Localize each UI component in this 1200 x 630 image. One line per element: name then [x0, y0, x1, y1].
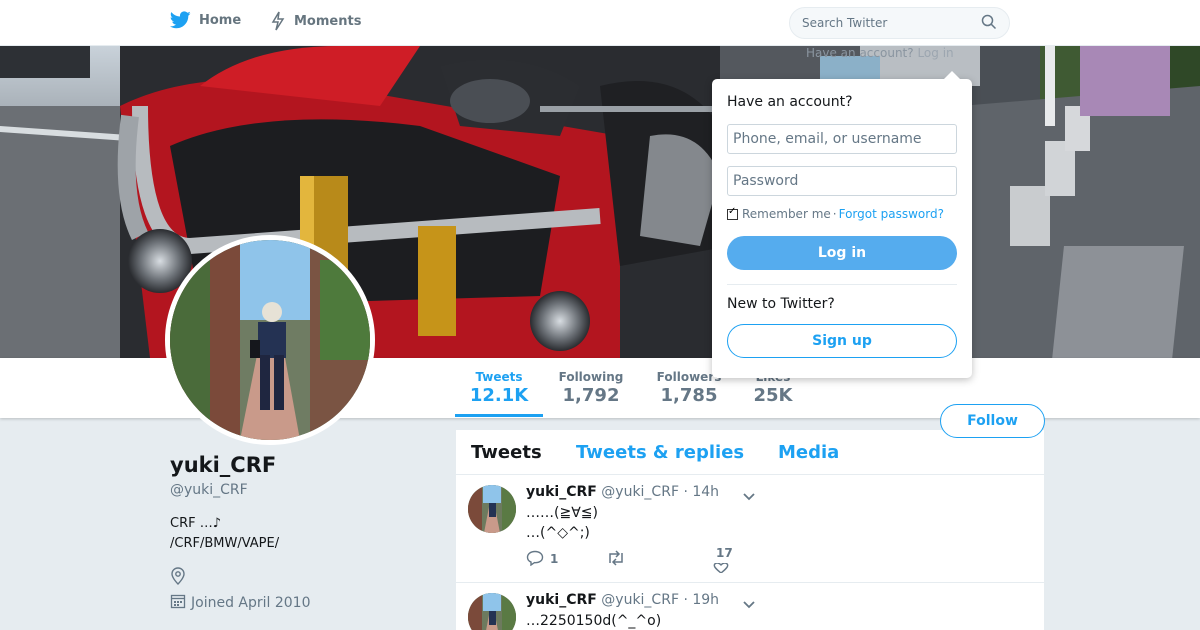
- divider: [727, 284, 957, 285]
- reply-action[interactable]: 1: [526, 550, 606, 569]
- reply-icon: [526, 550, 544, 569]
- tweet-actions: 1 17: [526, 546, 776, 574]
- chevron-down-icon[interactable]: [742, 487, 756, 506]
- tab-tweets[interactable]: Tweets: [471, 442, 542, 463]
- remember-checkbox[interactable]: [727, 206, 738, 220]
- retweet-action[interactable]: [606, 549, 716, 569]
- tweet-author-handle[interactable]: @yuki_CRF: [601, 592, 679, 608]
- stat-value: 12.1K: [469, 385, 529, 406]
- search-input[interactable]: [802, 16, 972, 30]
- stat-label: Following: [558, 370, 624, 384]
- chevron-down-icon[interactable]: [742, 595, 756, 614]
- reply-count: 1: [550, 552, 559, 566]
- tweet-author-name[interactable]: yuki_CRF: [526, 592, 597, 608]
- tweet-header: yuki_CRF @yuki_CRF · 19h: [526, 592, 719, 608]
- forgot-password-link[interactable]: Forgot password?: [839, 207, 944, 221]
- tweet-header: yuki_CRF @yuki_CRF · 14h: [526, 484, 719, 500]
- tweet-avatar[interactable]: [468, 485, 516, 533]
- nav-home[interactable]: Home: [170, 11, 241, 29]
- joined-text: Joined April 2010: [191, 595, 311, 611]
- tab-tweets-replies[interactable]: Tweets & replies: [576, 442, 744, 463]
- tweet-avatar[interactable]: [468, 593, 516, 630]
- heart-icon: [712, 562, 730, 576]
- login-title: Have an account?: [727, 94, 853, 110]
- location-icon: [170, 567, 186, 589]
- new-to-twitter-text: New to Twitter?: [727, 296, 835, 312]
- nav-moments-label: Moments: [294, 13, 362, 29]
- like-action[interactable]: 17: [713, 546, 776, 574]
- stat-label: Tweets: [475, 370, 523, 384]
- bio-line: CRF …♪: [170, 516, 222, 531]
- login-dropdown: Have an account? Remember me · Forgot pa…: [712, 71, 972, 378]
- username-field[interactable]: [727, 124, 957, 154]
- like-count: 17: [716, 546, 733, 560]
- nav-moments[interactable]: Moments: [270, 11, 361, 31]
- stat-value: 1,792: [562, 385, 620, 406]
- tab-media[interactable]: Media: [778, 442, 839, 463]
- stat-value: 1,785: [660, 385, 718, 406]
- remember-row: Remember me · Forgot password?: [727, 206, 944, 221]
- signup-button[interactable]: Sign up: [727, 324, 957, 358]
- tweet-item[interactable]: yuki_CRF @yuki_CRF · 19h …2250150d(^_^o): [456, 583, 1044, 630]
- profile-avatar[interactable]: [165, 235, 375, 445]
- calendar-icon: [170, 593, 186, 613]
- banner-login-link[interactable]: Log in: [917, 46, 953, 60]
- tweet-time[interactable]: · 14h: [683, 484, 719, 500]
- profile-bio: CRF …♪ /CRF/BMW/VAPE/: [170, 514, 279, 554]
- stat-tweets[interactable]: Tweets 12.1K: [455, 370, 543, 417]
- profile-name[interactable]: yuki_CRF: [170, 453, 276, 477]
- search-box[interactable]: [789, 7, 1010, 39]
- tweet-time[interactable]: · 19h: [683, 592, 719, 608]
- stat-following[interactable]: Following 1,792: [555, 370, 627, 406]
- profile-handle[interactable]: @yuki_CRF: [170, 482, 248, 498]
- have-account-text: Have an account?: [806, 46, 914, 60]
- retweet-icon: [606, 549, 626, 569]
- banner-have-account: Have an account? Log in: [806, 46, 954, 60]
- tweet-text: …2250150d(^_^o): [526, 613, 662, 629]
- tweet-author-handle[interactable]: @yuki_CRF: [601, 484, 679, 500]
- follow-button[interactable]: Follow: [940, 404, 1045, 438]
- bio-line: /CRF/BMW/VAPE/: [170, 536, 280, 551]
- stat-value: 25K: [753, 385, 793, 406]
- login-button[interactable]: Log in: [727, 236, 957, 270]
- top-nav: Home Moments: [0, 0, 1200, 46]
- tweet-author-name[interactable]: yuki_CRF: [526, 484, 597, 500]
- remember-label[interactable]: Remember me: [742, 207, 831, 221]
- twitter-bird-icon: [170, 11, 191, 29]
- separator: ·: [832, 207, 837, 221]
- tweet-item[interactable]: yuki_CRF @yuki_CRF · 14h ……(≧∀≦) …(^◇^;)…: [456, 475, 1044, 583]
- timeline: Tweets Tweets & replies Media yuki_CRF @…: [456, 430, 1044, 630]
- nav-home-label: Home: [199, 12, 242, 28]
- search-icon[interactable]: [981, 14, 997, 33]
- password-field[interactable]: [727, 166, 957, 196]
- lightning-icon: [270, 11, 286, 31]
- tweet-text: ……(≧∀≦) …(^◇^;): [526, 505, 598, 541]
- profile-joined: Joined April 2010: [170, 593, 311, 613]
